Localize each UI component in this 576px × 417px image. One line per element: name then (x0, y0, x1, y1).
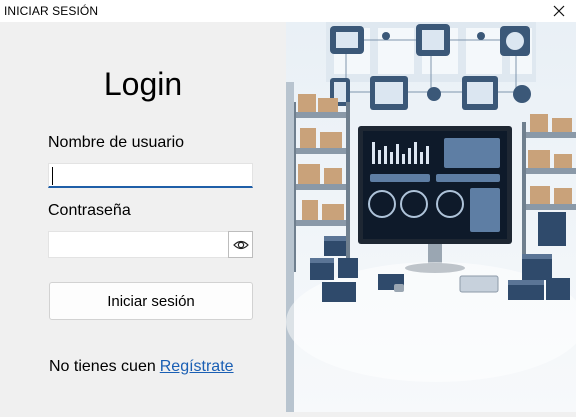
window-title: INICIAR SESIÓN (4, 4, 99, 18)
title-bar: INICIAR SESIÓN (0, 0, 576, 22)
page-title: Login (103, 66, 183, 102)
close-icon (553, 5, 565, 17)
signup-link[interactable]: Regístrate (160, 358, 234, 375)
warehouse-illustration (286, 22, 576, 412)
eye-icon (232, 240, 249, 249)
signup-prompt: No tienes cuen (49, 358, 156, 375)
show-password-button[interactable] (228, 231, 253, 258)
close-button[interactable] (542, 0, 576, 22)
username-input[interactable] (48, 163, 253, 188)
password-input[interactable] (48, 231, 228, 258)
signup-row: No tienes cuen Regístrate (49, 358, 234, 376)
text-caret (52, 167, 53, 185)
username-label: Nombre de usuario (48, 134, 185, 151)
password-label: Contraseña (48, 202, 131, 219)
login-button[interactable]: Iniciar sesión (49, 282, 253, 320)
login-panel: Login Nombre de usuario Contraseña Inici… (0, 22, 286, 412)
